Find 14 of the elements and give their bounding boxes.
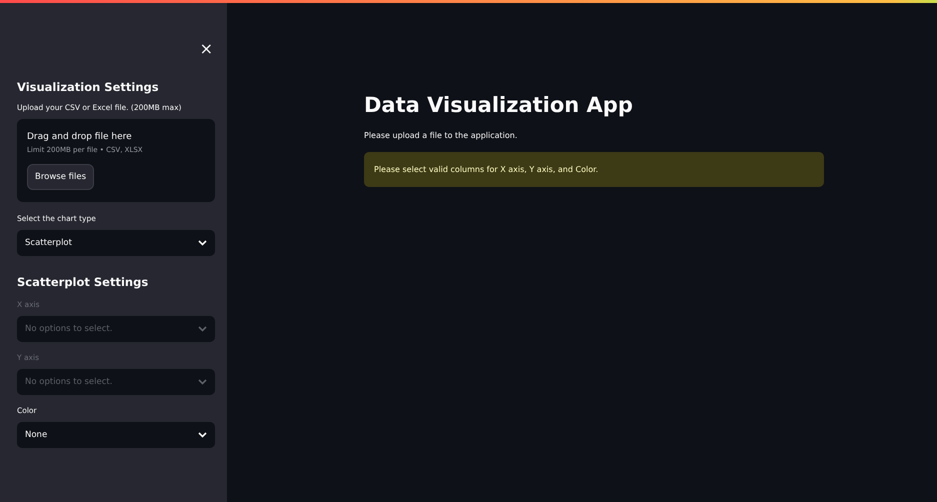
chevron-down-icon [198,326,207,332]
close-button[interactable]: × [198,17,215,80]
chevron-down-icon [198,240,207,246]
chevron-down-icon [198,432,207,438]
info-text: Please upload a file to the application. [364,131,518,140]
sidebar-heading: Visualization Settings [17,80,160,94]
warning-message: Please select valid columns for X axis, Y axis, and Color. [364,152,824,187]
section-heading: Scatterplot Settings [17,275,150,289]
browse-files-button[interactable]: Browse files [27,164,94,190]
select-field[interactable]: Scatterplot [17,230,215,256]
chevron-down-icon [198,379,207,385]
page-title: Data Visualization App [364,93,634,117]
dropzone-text: Drag and drop file here [27,132,132,142]
select-field[interactable]: None [17,422,215,448]
